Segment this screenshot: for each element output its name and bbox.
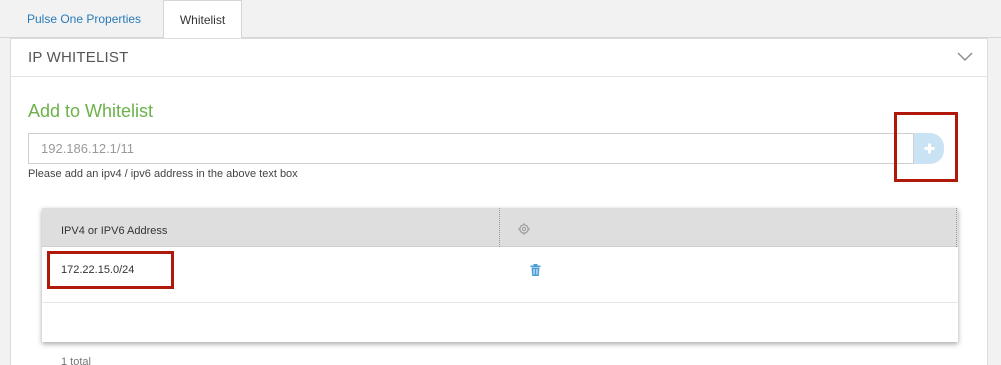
tab-pulse-one-properties[interactable]: Pulse One Properties <box>13 0 155 38</box>
column-divider[interactable] <box>499 208 500 247</box>
table-row: 172.22.15.0/24 <box>42 247 958 303</box>
highlight-box-ip-row <box>47 251 174 289</box>
table-footer-total: 1 total <box>61 356 91 365</box>
ip-whitelist-panel: IP WHITELIST Add to Whitelist Please add… <box>10 38 988 365</box>
tab-bar: Pulse One Properties Whitelist <box>0 0 1001 39</box>
highlight-box-add-button <box>894 112 958 182</box>
table-header: IPV4 or IPV6 Address <box>42 208 958 247</box>
add-to-whitelist-heading: Add to Whitelist <box>28 101 154 121</box>
ip-address-input[interactable] <box>28 133 914 164</box>
trash-icon[interactable] <box>530 264 541 276</box>
panel-title: IP WHITELIST <box>28 49 129 66</box>
page: Pulse One Properties Whitelist IP WHITEL… <box>0 0 1001 365</box>
column-header-address[interactable]: IPV4 or IPV6 Address <box>61 225 167 237</box>
chevron-down-icon[interactable] <box>957 50 973 62</box>
whitelist-table: IPV4 or IPV6 Address 172.22.15.0/24 1 to… <box>42 208 958 365</box>
gear-icon[interactable] <box>518 223 530 235</box>
column-divider-right <box>956 208 957 247</box>
panel-header[interactable]: IP WHITELIST <box>11 39 987 77</box>
tab-whitelist[interactable]: Whitelist <box>163 0 242 39</box>
input-help-text: Please add an ipv4 / ipv6 address in the… <box>28 168 298 180</box>
